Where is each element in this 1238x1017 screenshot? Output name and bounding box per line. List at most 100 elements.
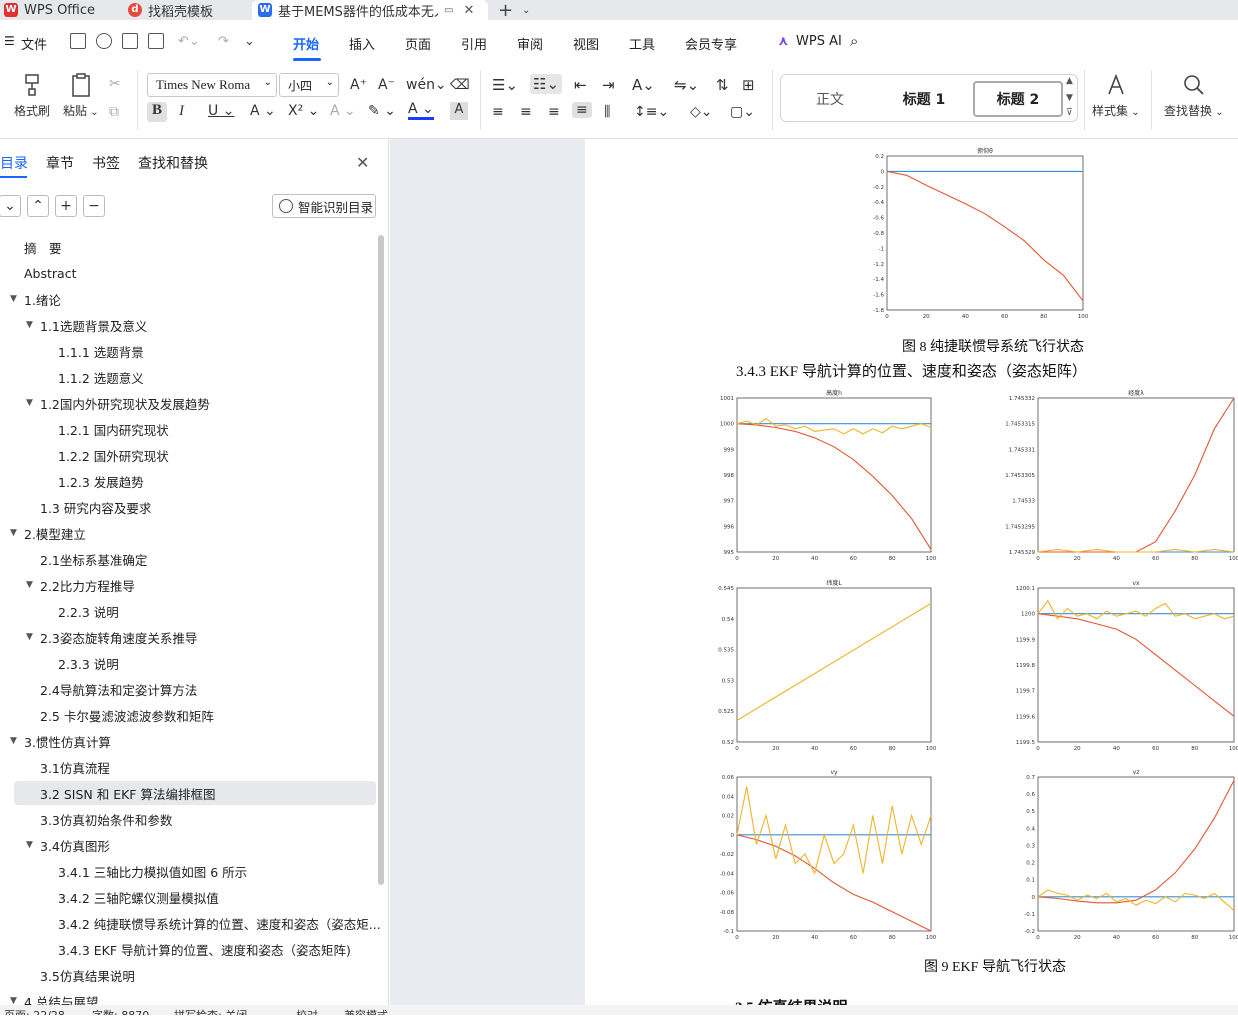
new-tab-button[interactable]: + [498,0,513,21]
close-icon[interactable]: ✕ [356,153,369,172]
char-shading-button[interactable]: A [450,102,468,120]
menu-review[interactable]: 审阅 [517,34,543,53]
toc-item[interactable]: 1.1.2 选题意义 [56,365,360,389]
save-icon[interactable] [70,33,86,49]
align-right-icon[interactable]: ≡ [548,104,560,120]
toc-item[interactable]: 2.1坐标系基准确定 [40,547,360,571]
menu-insert[interactable]: 插入 [349,34,375,53]
shrink-font-icon[interactable]: A⁻ [378,77,395,93]
toc-item[interactable]: 3.2 SISN 和 EKF 算法编排框图 [14,781,376,805]
undo-icon[interactable]: ↶⌄ [178,34,200,49]
grow-font-icon[interactable]: A⁺ [350,77,367,93]
expand-triangle-icon[interactable]: ▼ [26,320,33,330]
toc-item[interactable]: 1.2.2 国外研究现状 [56,443,360,467]
highlight-button[interactable]: ✎ ⌄ [368,103,396,119]
menu-member[interactable]: 会员专享 [685,34,737,53]
proofread-button[interactable]: 校对 [296,1007,318,1015]
search-icon[interactable]: ⌕ [850,32,858,50]
chevron-down-icon[interactable]: ⌄ [522,0,530,20]
tab-chapters[interactable]: 章节 [46,153,74,173]
toc-item[interactable]: 2.2比力方程推导 [40,573,360,597]
menu-home[interactable]: 开始 [293,34,319,53]
tab-docer-templates[interactable]: d 找稻壳模板 [128,0,244,20]
toc-item[interactable]: 2.3.3 说明 [56,651,360,675]
show-marks-icon[interactable]: ⊞ [742,76,755,94]
toc-item[interactable]: 3.4.3 EKF 导航计算的位置、速度和姿态（姿态矩阵) [56,937,360,961]
toc-item[interactable]: 3.5仿真结果说明 [40,963,360,987]
toc-item[interactable]: 2.2.3 说明 [56,599,360,623]
style-expand-icon[interactable]: ⊽ [1066,108,1073,118]
expand-triangle-icon[interactable]: ▼ [26,632,33,642]
expand-triangle-icon[interactable]: ▼ [26,398,33,408]
toc-item[interactable]: 1.3 研究内容及要求 [40,495,360,519]
menu-wps-ai[interactable]: WPS AI [796,34,842,49]
page-indicator[interactable]: 页面: 22/28 [4,1007,65,1015]
expand-triangle-icon[interactable]: ▼ [10,294,17,304]
tab-screen-icon[interactable]: ▭ [444,5,453,16]
line-spacing-icon[interactable]: ↕≡⌄ [634,104,669,120]
tab-wps-office[interactable]: W WPS Office [4,0,110,20]
menu-page[interactable]: 页面 [405,34,431,53]
style-scroll-up-icon[interactable]: ▲ [1066,76,1073,86]
tab-bookmarks[interactable]: 书签 [92,153,120,173]
toc-item[interactable]: 2.模型建立 [24,521,360,545]
toc-item[interactable]: 摘 要 [24,235,360,259]
spell-check-status[interactable]: 拼写检查: 关闭 [174,1007,247,1015]
toc-item[interactable]: 2.3姿态旋转角速度关系推导 [40,625,360,649]
toc-item[interactable]: 3.惯性仿真计算 [24,729,360,753]
add-heading-button[interactable]: + [55,195,77,217]
menu-view[interactable]: 视图 [573,34,599,53]
toc-item[interactable]: 2.5 卡尔曼滤波滤波参数和矩阵 [40,703,360,727]
align-left-icon[interactable]: ≡ [492,104,504,120]
font-name-select[interactable]: Times New Roma ⌄ [147,73,277,97]
text-direction-icon[interactable]: A⌄ [632,76,655,94]
decrease-indent-icon[interactable]: ⇤ [574,76,587,94]
style-set-button[interactable]: 样式集 ⌄ [1092,72,1140,119]
cut-icon[interactable]: ✂ [109,76,121,92]
expand-triangle-icon[interactable]: ▼ [26,840,33,850]
toc-item[interactable]: 1.2.1 国内研究现状 [56,417,360,441]
style-scroll-down-icon[interactable]: ▼ [1066,93,1073,103]
toc-item[interactable]: 3.4仿真图形 [40,833,360,857]
word-count[interactable]: 字数: 8870 [92,1007,149,1015]
remove-heading-button[interactable]: − [83,195,105,217]
expand-triangle-icon[interactable]: ▼ [10,528,17,538]
copy-icon[interactable]: ⧉ [109,104,119,120]
menu-references[interactable]: 引用 [461,34,487,53]
close-icon[interactable]: ✕ [463,3,474,18]
format-painter-button[interactable]: 格式刷 [14,72,50,119]
style-normal[interactable]: 正文 [787,81,873,117]
paste-button[interactable]: 粘贴 ⌄ [63,72,99,119]
style-heading-2[interactable]: 标题 2 [973,81,1063,117]
font-size-select[interactable]: 小四 ⌄ [279,73,339,97]
font-color-button[interactable]: A ⌄ [408,101,434,120]
toc-item[interactable]: 3.3仿真初始条件和参数 [40,807,360,831]
clear-format-icon[interactable]: ⌫ [450,77,470,93]
expand-triangle-icon[interactable]: ▼ [26,580,33,590]
superscript-button[interactable]: X² ⌄ [288,103,319,119]
share-icon[interactable] [96,33,112,49]
menu-tools[interactable]: 工具 [629,34,655,53]
print-icon[interactable] [122,33,138,49]
increase-indent-icon[interactable]: ⇥ [602,76,615,94]
toc-item[interactable]: 3.4.2 纯捷联惯导系统计算的位置、速度和姿态（姿态矩... [56,911,381,935]
text-effect-button[interactable]: A ⌄ [330,103,356,119]
italic-button[interactable]: I [179,103,184,120]
toc-item[interactable]: 1.2国内外研究现状及发展趋势 [40,391,360,415]
bold-button[interactable]: B [147,102,167,122]
underline-button[interactable]: U ⌄ [208,103,234,119]
toc-item[interactable]: Abstract [24,261,360,285]
menu-file[interactable]: 文件 [21,34,47,53]
smart-toc-button[interactable]: 智能识别目录 [272,194,376,218]
line-spacing-swap-icon[interactable]: ⇋⌄ [674,76,699,94]
bullet-list-icon[interactable]: ☰⌄ [492,76,518,94]
toc-item[interactable]: 2.4导航算法和定姿计算方法 [40,677,360,701]
sort-icon[interactable]: ⇅ [716,76,729,94]
move-up-button[interactable]: ⌃ [27,195,49,217]
shading-icon[interactable]: ◇⌄ [690,104,713,120]
toc-item[interactable]: 1.1.1 选题背景 [56,339,360,363]
redo-icon[interactable]: ↷ [218,34,229,49]
toc-item[interactable]: 3.4.2 三轴陀螺仪测量模拟值 [56,885,360,909]
tab-toc[interactable]: 目录 [0,153,28,173]
expand-triangle-icon[interactable]: ▼ [10,736,17,746]
